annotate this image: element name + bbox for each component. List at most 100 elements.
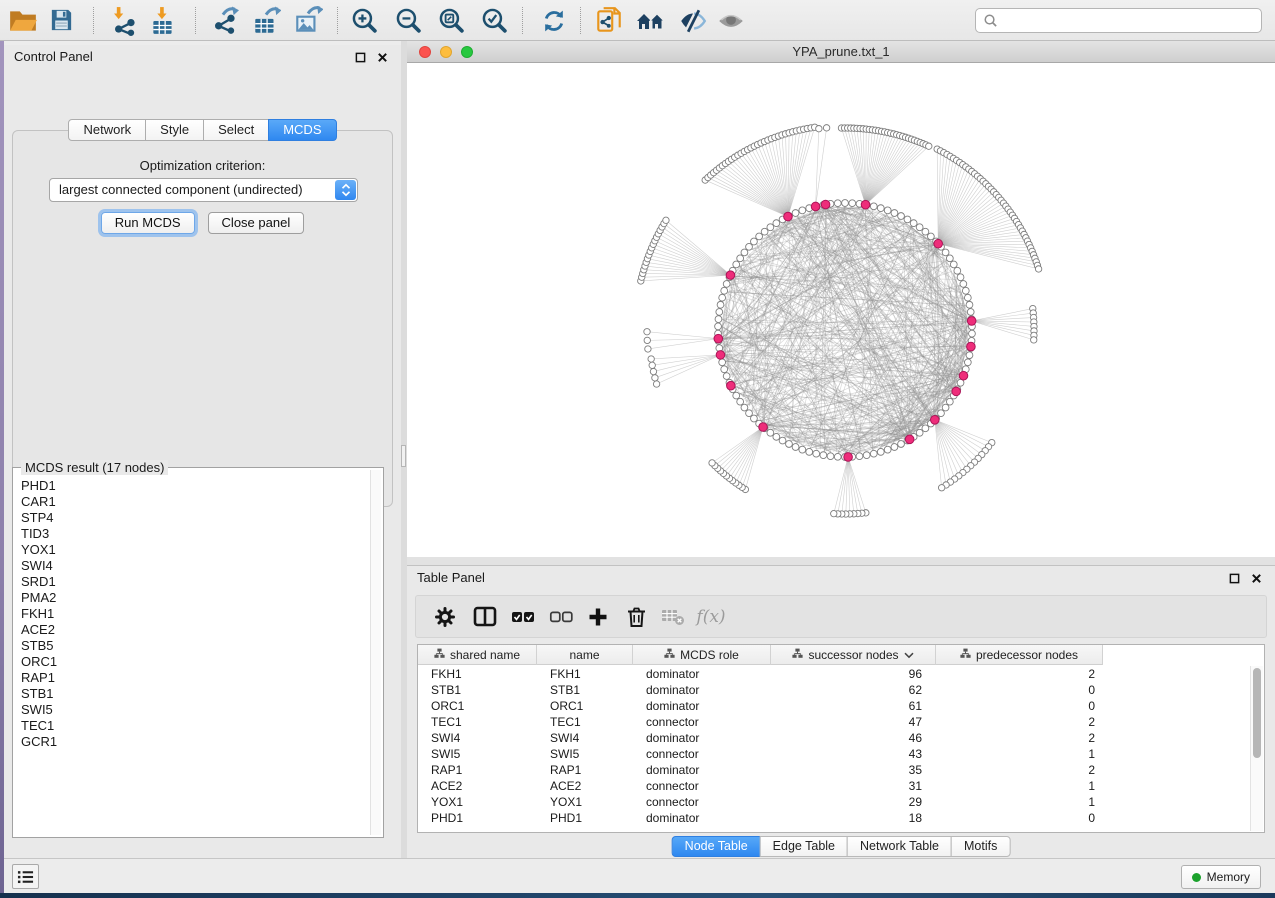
open-file-icon[interactable] — [5, 4, 41, 37]
tab-select[interactable]: Select — [203, 119, 269, 141]
hide-graphics-details-icon[interactable] — [675, 4, 711, 37]
graph-node[interactable] — [884, 207, 891, 214]
run-mcds-button[interactable]: Run MCDS — [101, 212, 195, 234]
column-header-MCDS-role[interactable]: MCDS role — [633, 645, 771, 665]
tab-motifs[interactable]: Motifs — [951, 836, 1010, 857]
mcds-node[interactable] — [784, 212, 793, 221]
graph-node[interactable] — [870, 203, 877, 210]
graph-node[interactable] — [884, 446, 891, 453]
delete-columns-icon[interactable] — [619, 596, 653, 637]
result-node-item[interactable]: PMA2 — [13, 590, 370, 606]
graph-node[interactable] — [799, 207, 806, 214]
graph-node[interactable] — [863, 452, 870, 459]
graph-node[interactable] — [741, 404, 748, 411]
graph-node[interactable] — [644, 329, 650, 335]
network-canvas[interactable] — [407, 63, 1275, 557]
zoom-window-button[interactable] — [461, 46, 473, 58]
graph-node[interactable] — [966, 352, 973, 359]
graph-node[interactable] — [761, 228, 768, 235]
graph-node[interactable] — [834, 200, 841, 207]
mcds-node[interactable] — [931, 416, 940, 425]
graph-node[interactable] — [1031, 337, 1037, 343]
graph-node[interactable] — [645, 346, 651, 352]
result-node-item[interactable]: STB5 — [13, 638, 370, 654]
graph-node[interactable] — [767, 224, 774, 231]
mcds-node[interactable] — [716, 351, 725, 360]
mcds-node[interactable] — [952, 387, 961, 396]
graph-node[interactable] — [964, 294, 971, 301]
result-node-item[interactable]: YOX1 — [13, 542, 370, 558]
graph-node[interactable] — [737, 398, 744, 405]
panel-menu-button[interactable] — [12, 864, 39, 889]
graph-node[interactable] — [969, 330, 976, 337]
graph-node[interactable] — [842, 200, 849, 207]
graph-node[interactable] — [767, 429, 774, 436]
graph-node[interactable] — [1035, 266, 1041, 272]
function-builder-icon[interactable]: f(x) — [694, 596, 728, 637]
export-network-icon[interactable] — [206, 4, 242, 37]
graph-node[interactable] — [967, 309, 974, 316]
graph-node[interactable] — [870, 450, 877, 457]
graph-node[interactable] — [957, 274, 964, 281]
delete-table-icon[interactable] — [656, 596, 690, 637]
result-node-item[interactable]: STB1 — [13, 686, 370, 702]
graph-node[interactable] — [786, 441, 793, 448]
graph-node[interactable] — [733, 261, 740, 268]
result-node-item[interactable]: TEC1 — [13, 718, 370, 734]
table-scrollbar[interactable] — [1250, 666, 1263, 831]
table-row[interactable]: TEC1TEC1connector472 — [418, 714, 1251, 730]
search-input[interactable] — [1002, 12, 1261, 29]
graph-node[interactable] — [926, 143, 932, 149]
graph-node[interactable] — [652, 375, 658, 381]
graph-node[interactable] — [751, 238, 758, 245]
graph-node[interactable] — [827, 453, 834, 460]
graph-node[interactable] — [823, 125, 829, 131]
graph-node[interactable] — [719, 359, 726, 366]
graph-node[interactable] — [891, 210, 898, 217]
graph-node[interactable] — [717, 301, 724, 308]
clone-network-icon[interactable] — [591, 4, 627, 37]
mcds-node[interactable] — [821, 200, 830, 209]
graph-node[interactable] — [946, 398, 953, 405]
column-header-predecessor-nodes[interactable]: predecessor nodes — [936, 645, 1103, 665]
graph-node[interactable] — [831, 510, 837, 516]
mcds-node[interactable] — [726, 271, 735, 280]
graph-node[interactable] — [834, 453, 841, 460]
graph-node[interactable] — [715, 323, 722, 330]
graph-node[interactable] — [922, 228, 929, 235]
zoom-fit-icon[interactable] — [433, 4, 469, 37]
graph-node[interactable] — [966, 301, 973, 308]
graph-node[interactable] — [942, 249, 949, 256]
network-window-titlebar[interactable]: YPA_prune.txt_1 — [407, 41, 1275, 63]
result-node-item[interactable]: STP4 — [13, 510, 370, 526]
result-node-item[interactable]: ACE2 — [13, 622, 370, 638]
graph-node[interactable] — [910, 220, 917, 227]
table-row[interactable]: RAP1RAP1dominator352 — [418, 762, 1251, 778]
close-panel-button[interactable]: Close panel — [208, 212, 305, 234]
graph-node[interactable] — [904, 216, 911, 223]
graph-node[interactable] — [719, 294, 726, 301]
mcds-node[interactable] — [844, 453, 853, 462]
mcds-node[interactable] — [934, 239, 943, 248]
table-row[interactable]: SWI4SWI4dominator462 — [418, 730, 1251, 746]
export-table-icon[interactable] — [248, 4, 284, 37]
graph-node[interactable] — [644, 337, 650, 343]
result-node-item[interactable]: GCR1 — [13, 734, 370, 750]
graph-node[interactable] — [806, 448, 813, 455]
graph-node[interactable] — [751, 415, 758, 422]
graph-node[interactable] — [950, 261, 957, 268]
create-column-icon[interactable] — [581, 596, 615, 637]
graph-node[interactable] — [898, 213, 905, 220]
graph-node[interactable] — [721, 366, 728, 373]
graph-node[interactable] — [773, 433, 780, 440]
minimize-window-button[interactable] — [440, 46, 452, 58]
column-header-name[interactable]: name — [537, 645, 633, 665]
bird-eye-view-icon[interactable] — [713, 4, 749, 37]
tab-network-table[interactable]: Network Table — [847, 836, 952, 857]
mcds-node[interactable] — [714, 334, 723, 343]
optimization-criterion-select[interactable]: largest connected component (undirected) — [49, 178, 358, 202]
graph-node[interactable] — [733, 392, 740, 399]
tab-edge-table[interactable]: Edge Table — [760, 836, 848, 857]
mcds-node[interactable] — [861, 200, 870, 209]
result-node-item[interactable]: SWI4 — [13, 558, 370, 574]
